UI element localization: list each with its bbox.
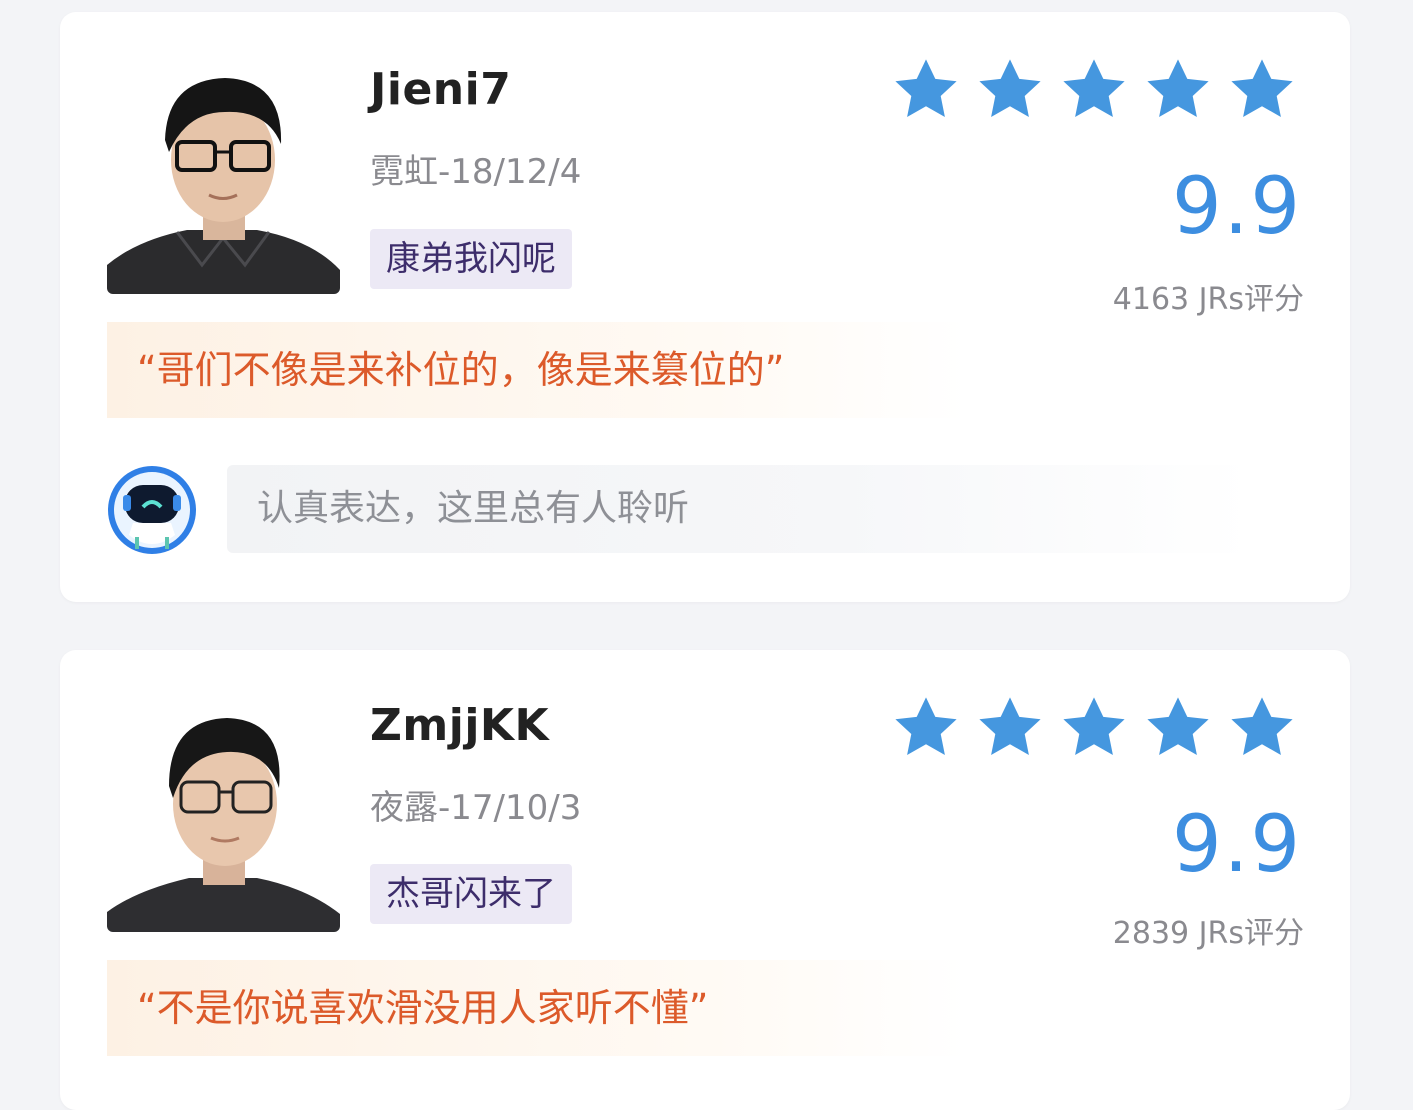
- player-tag[interactable]: 杰哥闪来了: [370, 864, 572, 924]
- star-icon[interactable]: [1142, 692, 1214, 764]
- player-avatar[interactable]: [107, 60, 340, 294]
- player-tag[interactable]: 康弟我闪呢: [370, 229, 572, 289]
- star-icon[interactable]: [1058, 54, 1130, 126]
- player-meta: 夜露-17/10/3: [370, 788, 582, 828]
- highlight-quote: “不是你说喜欢滑没用人家听不懂”: [107, 960, 967, 1056]
- rating-score: 9.9: [1171, 800, 1302, 890]
- star-icon[interactable]: [890, 54, 962, 126]
- rating-votes: 4163 JRs评分: [1112, 282, 1304, 317]
- star-icon[interactable]: [974, 692, 1046, 764]
- star-icon[interactable]: [1058, 692, 1130, 764]
- star-icon[interactable]: [1226, 692, 1298, 764]
- highlight-quote: “哥们不像是来补位的，像是来篡位的”: [107, 322, 967, 418]
- player-avatar[interactable]: [107, 702, 340, 932]
- rating-score: 9.9: [1171, 162, 1302, 252]
- rating-votes: 2839 JRs评分: [1112, 916, 1304, 951]
- star-icon[interactable]: [890, 692, 962, 764]
- comment-row: 认真表达，这里总有人聆听: [107, 462, 1257, 558]
- rating-stars[interactable]: [890, 54, 1298, 126]
- rating-stars[interactable]: [890, 692, 1298, 764]
- review-card: ZmjjKK 夜露-17/10/3 杰哥闪来了 9.9 2839 JRs评分 “…: [60, 650, 1350, 1110]
- robot-avatar-icon: [108, 466, 196, 554]
- comment-input[interactable]: 认真表达，这里总有人聆听: [227, 465, 1252, 553]
- player-name: Jieni7: [370, 64, 512, 115]
- review-card: Jieni7 霓虹-18/12/4 康弟我闪呢 9.9 4163 JRs评分 “…: [60, 12, 1350, 602]
- star-icon[interactable]: [1226, 54, 1298, 126]
- star-icon[interactable]: [1142, 54, 1214, 126]
- player-name: ZmjjKK: [370, 700, 550, 751]
- player-meta: 霓虹-18/12/4: [370, 152, 582, 192]
- star-icon[interactable]: [974, 54, 1046, 126]
